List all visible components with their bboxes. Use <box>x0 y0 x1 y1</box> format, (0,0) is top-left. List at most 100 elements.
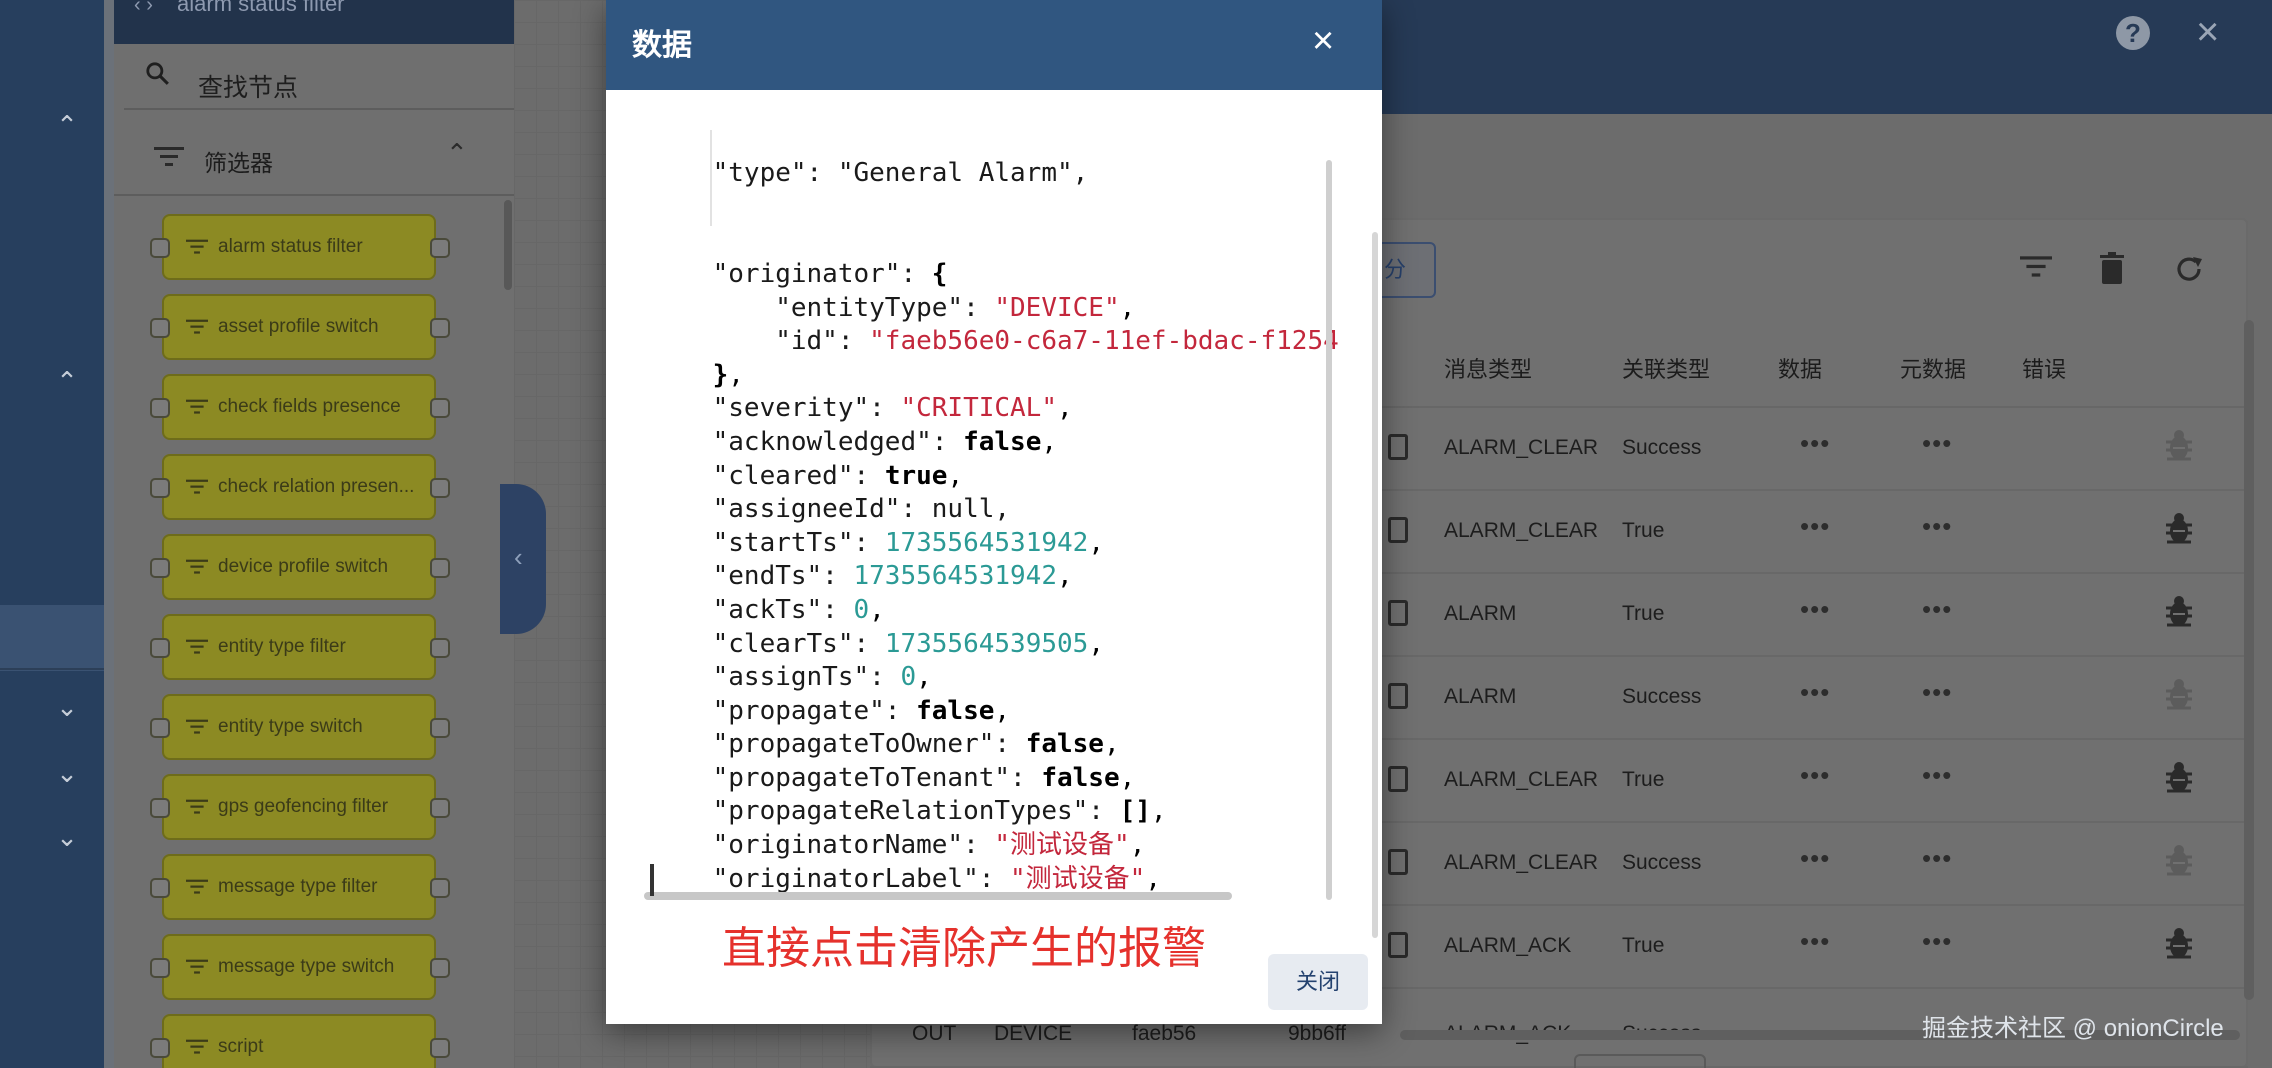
clipboard-icon[interactable] <box>1388 932 1408 958</box>
input-port[interactable] <box>150 958 170 978</box>
output-port[interactable] <box>430 318 450 338</box>
col-header-error[interactable]: 错误 <box>2022 352 2066 384</box>
more-horiz-icon[interactable]: ••• <box>1922 926 1952 957</box>
output-port[interactable] <box>430 718 450 738</box>
json-token: 0 <box>900 662 917 693</box>
clipboard-icon[interactable] <box>1388 849 1408 875</box>
more-horiz-icon[interactable]: ••• <box>1800 926 1830 957</box>
bug-icon[interactable] <box>2164 594 2194 630</box>
input-port[interactable] <box>150 558 170 578</box>
chevron-up-icon[interactable]: ⌃ <box>50 108 84 142</box>
search-input[interactable]: 查找节点 <box>198 68 298 104</box>
input-port[interactable] <box>150 1038 170 1058</box>
more-horiz-icon[interactable]: ••• <box>1922 677 1952 708</box>
dialog-scrollbar[interactable] <box>1372 232 1378 938</box>
input-port[interactable] <box>150 638 170 658</box>
node-item[interactable]: message type filter <box>150 854 450 920</box>
input-port[interactable] <box>150 478 170 498</box>
more-horiz-icon[interactable]: ••• <box>1800 677 1830 708</box>
json-horizontal-scrollbar[interactable] <box>644 892 1232 900</box>
nav-active-item[interactable] <box>0 605 104 671</box>
filter-icon[interactable] <box>2020 254 2052 280</box>
more-horiz-icon[interactable]: ••• <box>1800 760 1830 791</box>
more-horiz-icon[interactable]: ••• <box>1922 428 1952 459</box>
output-port[interactable] <box>430 1038 450 1058</box>
more-horiz-icon[interactable]: ••• <box>1800 594 1830 625</box>
refresh-icon[interactable] <box>2174 254 2204 284</box>
more-horiz-icon[interactable]: ••• <box>1800 428 1830 459</box>
node-search[interactable]: 查找节点 <box>124 44 514 110</box>
close-icon[interactable]: × <box>2196 10 2219 55</box>
input-port[interactable] <box>150 318 170 338</box>
chevron-down-icon[interactable]: ⌄ <box>50 756 84 790</box>
output-port[interactable] <box>430 878 450 898</box>
chevron-up-icon[interactable]: ⌃ <box>446 138 468 169</box>
node-item[interactable]: alarm status filter <box>150 214 450 280</box>
chevron-up-icon[interactable]: ⌃ <box>50 364 84 398</box>
col-header-data[interactable]: 数据 <box>1778 352 1822 384</box>
back-forward-icon[interactable]: ‹ › <box>134 0 153 16</box>
table-vertical-scrollbar[interactable] <box>2244 320 2254 1000</box>
paginator[interactable] <box>1574 1054 1706 1068</box>
more-horiz-icon[interactable]: ••• <box>1922 511 1952 542</box>
clipboard-icon[interactable] <box>1388 434 1408 460</box>
bug-icon[interactable] <box>2164 428 2194 464</box>
node-item[interactable]: check relation presen... <box>150 454 450 520</box>
node-item[interactable]: entity type filter <box>150 614 450 680</box>
json-viewer[interactable]: "type": "General Alarm", "originator": {… <box>650 90 1340 898</box>
json-line: "endTs": 1735564531942, <box>650 560 1340 594</box>
bug-icon[interactable] <box>2164 926 2194 962</box>
output-port[interactable] <box>430 238 450 258</box>
output-port[interactable] <box>430 798 450 818</box>
more-horiz-icon[interactable]: ••• <box>1800 511 1830 542</box>
clipboard-icon[interactable] <box>1388 600 1408 626</box>
close-button[interactable]: 关闭 <box>1268 954 1368 1010</box>
chevron-down-icon[interactable]: ⌄ <box>50 690 84 724</box>
panel-scrollbar[interactable] <box>504 200 512 290</box>
node-item[interactable]: check fields presence <box>150 374 450 440</box>
close-icon[interactable]: × <box>1312 20 1334 63</box>
col-header-relation[interactable]: 关联类型 <box>1622 352 1710 384</box>
bug-icon[interactable] <box>2164 511 2194 547</box>
cell-msg-type: ALARM_CLEAR <box>1444 851 1599 874</box>
delete-icon[interactable] <box>2098 252 2126 284</box>
node-item[interactable]: device profile switch <box>150 534 450 600</box>
node-item[interactable]: message type switch <box>150 934 450 1000</box>
col-header-msg-type[interactable]: 消息类型 <box>1444 352 1532 384</box>
json-token: "entityType": <box>650 292 995 323</box>
node-item[interactable]: script <box>150 1014 450 1068</box>
node-item[interactable]: gps geofencing filter <box>150 774 450 840</box>
bug-icon[interactable] <box>2164 760 2194 796</box>
collapse-panel-button[interactable]: ‹ <box>500 484 546 634</box>
node-item[interactable]: asset profile switch <box>150 294 450 360</box>
bug-icon[interactable] <box>2164 677 2194 713</box>
input-port[interactable] <box>150 798 170 818</box>
more-horiz-icon[interactable]: ••• <box>1922 843 1952 874</box>
json-token: , <box>1119 292 1136 323</box>
json-line: "propagateToOwner": false, <box>650 728 1340 762</box>
input-port[interactable] <box>150 398 170 418</box>
output-port[interactable] <box>430 478 450 498</box>
output-port[interactable] <box>430 638 450 658</box>
more-horiz-icon[interactable]: ••• <box>1800 843 1830 874</box>
filter-section-header[interactable]: 筛选器 ⌃ <box>114 120 514 196</box>
chevron-down-icon[interactable]: ⌄ <box>50 820 84 854</box>
input-port[interactable] <box>150 718 170 738</box>
clipboard-icon[interactable] <box>1388 517 1408 543</box>
json-vertical-scrollbar[interactable] <box>1326 160 1332 900</box>
col-header-metadata[interactable]: 元数据 <box>1900 352 1966 384</box>
clipboard-icon[interactable] <box>1388 766 1408 792</box>
input-port[interactable] <box>150 878 170 898</box>
more-horiz-icon[interactable]: ••• <box>1922 760 1952 791</box>
bug-icon[interactable] <box>2164 843 2194 879</box>
output-port[interactable] <box>430 558 450 578</box>
node-item[interactable]: entity type switch <box>150 694 450 760</box>
output-port[interactable] <box>430 958 450 978</box>
clipboard-icon[interactable] <box>1388 683 1408 709</box>
json-line: "entityType": "DEVICE", <box>650 292 1340 326</box>
more-horiz-icon[interactable]: ••• <box>1922 594 1952 625</box>
help-icon[interactable]: ? <box>2116 16 2150 50</box>
json-line: "assignTs": 0, <box>650 661 1340 695</box>
output-port[interactable] <box>430 398 450 418</box>
input-port[interactable] <box>150 238 170 258</box>
